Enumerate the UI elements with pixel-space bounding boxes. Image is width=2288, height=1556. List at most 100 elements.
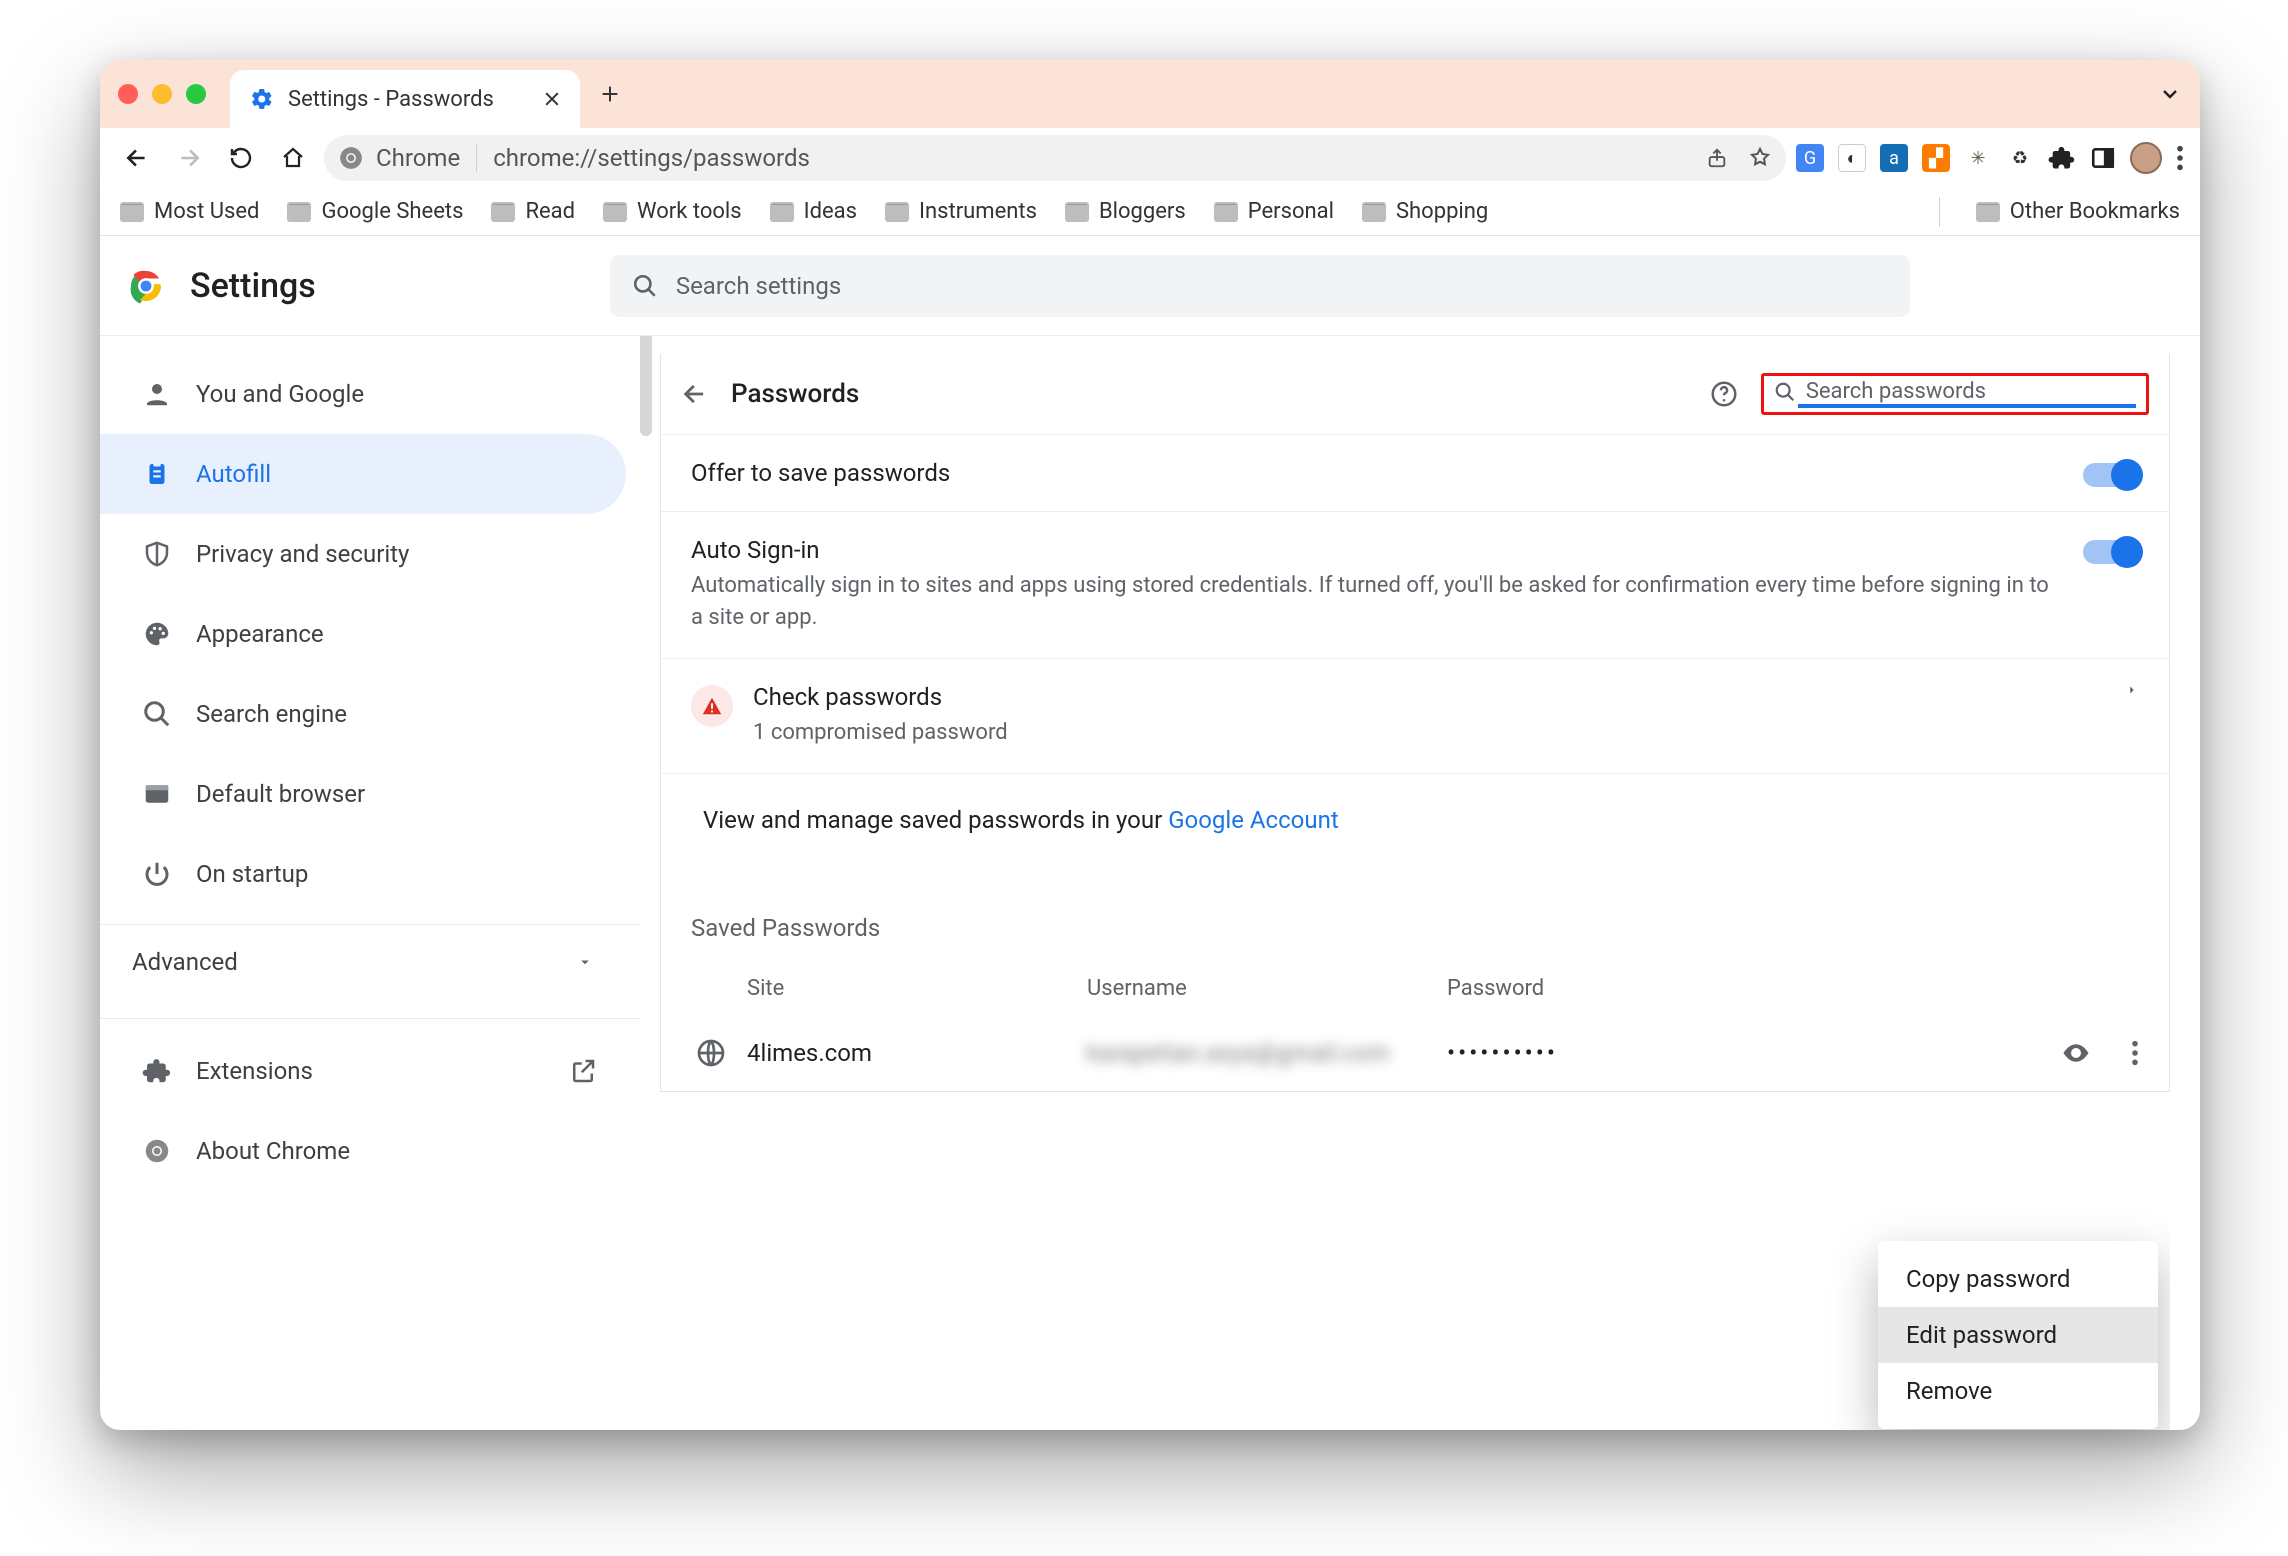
saved-passwords-header: Site Username Password xyxy=(661,958,2169,1015)
new-tab-button[interactable] xyxy=(594,78,626,110)
search-focus-underline xyxy=(1798,404,2136,408)
offer-save-passwords-toggle[interactable] xyxy=(2083,463,2139,487)
bookmark-folder[interactable]: Instruments xyxy=(885,199,1037,224)
settings-search-placeholder: Search settings xyxy=(676,272,841,300)
bookmark-folder[interactable]: Shopping xyxy=(1362,199,1488,224)
bookmark-folder[interactable]: Ideas xyxy=(770,199,857,224)
extensions-puzzle-icon[interactable] xyxy=(2048,144,2076,172)
sidebar-item-privacy[interactable]: Privacy and security xyxy=(100,514,626,594)
site-identity[interactable]: Chrome xyxy=(338,144,460,172)
sidebar-item-on-startup[interactable]: On startup xyxy=(100,834,626,914)
password-row[interactable]: 4limes.com karapetian.asya@gmail.com •••… xyxy=(661,1015,2169,1091)
arrow-left-icon xyxy=(124,145,150,171)
bookmark-folder[interactable]: Google Sheets xyxy=(287,199,463,224)
folder-icon xyxy=(1214,202,1238,222)
bookmark-star-icon[interactable] xyxy=(1748,146,1772,170)
settings-search[interactable]: Search settings xyxy=(610,255,1910,317)
google-account-row: View and manage saved passwords in your … xyxy=(661,773,2169,864)
sidebar-advanced[interactable]: Advanced xyxy=(100,924,640,998)
address-bar[interactable]: Chrome chrome://settings/passwords xyxy=(324,135,1786,181)
sidebar-item-default-browser[interactable]: Default browser xyxy=(100,754,626,834)
help-icon[interactable] xyxy=(1709,379,1739,409)
ext-recycle-icon[interactable]: ♻ xyxy=(2006,144,2034,172)
home-icon xyxy=(281,146,305,170)
row-label: Check passwords xyxy=(753,683,2105,711)
bookmark-folder[interactable]: Read xyxy=(491,199,575,224)
sidebar-item-label: On startup xyxy=(196,860,308,888)
sidebar-item-extensions[interactable]: Extensions xyxy=(100,1031,626,1111)
nav-back-button[interactable] xyxy=(116,137,158,179)
folder-icon xyxy=(885,202,909,222)
google-account-link[interactable]: Google Account xyxy=(1168,806,1339,834)
browser-tab[interactable]: Settings - Passwords xyxy=(230,70,580,128)
tab-close-icon[interactable] xyxy=(542,89,562,109)
sidebar-item-about-chrome[interactable]: About Chrome xyxy=(100,1111,626,1191)
ext-similarweb-icon[interactable]: ◐ xyxy=(1838,144,1866,172)
window-zoom-button[interactable] xyxy=(186,84,206,104)
folder-icon xyxy=(120,202,144,222)
warning-badge xyxy=(691,685,733,727)
check-passwords-row[interactable]: Check passwords 1 compromised password xyxy=(661,658,2169,773)
bookmark-folder[interactable]: Work tools xyxy=(603,199,742,224)
settings-sidebar: You and Google Autofill Privacy and secu… xyxy=(100,336,640,1430)
ext-translate-icon[interactable]: G xyxy=(1796,144,1824,172)
window-minimize-button[interactable] xyxy=(152,84,172,104)
menu-copy-password[interactable]: Copy password xyxy=(1878,1251,2158,1307)
palette-icon xyxy=(142,619,172,649)
bookmark-label: Most Used xyxy=(154,199,259,224)
tab-overflow-button[interactable] xyxy=(2158,82,2182,106)
side-panel-icon[interactable] xyxy=(2090,145,2116,171)
row-label: Offer to save passwords xyxy=(691,459,2063,487)
search-passwords-field[interactable]: Search passwords xyxy=(1761,373,2149,415)
folder-icon xyxy=(287,202,311,222)
window-icon xyxy=(142,779,172,809)
ext-bug-icon[interactable]: ✳ xyxy=(1964,144,1992,172)
sidebar-item-label: Autofill xyxy=(196,460,271,488)
sidebar-item-search-engine[interactable]: Search engine xyxy=(100,674,626,754)
bookmarks-divider xyxy=(1939,197,1940,227)
browser-window: Settings - Passwords Chrome chrome://set… xyxy=(100,60,2200,1430)
ext-amazon-icon[interactable]: a xyxy=(1880,144,1908,172)
nav-home-button[interactable] xyxy=(272,137,314,179)
sidebar-item-label: Default browser xyxy=(196,780,365,808)
magnify-icon xyxy=(142,699,172,729)
bookmark-label: Shopping xyxy=(1396,199,1488,224)
bookmark-folder[interactable]: Most Used xyxy=(120,199,259,224)
menu-remove[interactable]: Remove xyxy=(1878,1363,2158,1419)
bookmark-folder[interactable]: Bloggers xyxy=(1065,199,1186,224)
bookmark-folder[interactable]: Personal xyxy=(1214,199,1334,224)
chevron-down-icon xyxy=(576,953,594,971)
auto-signin-row[interactable]: Auto Sign-in Automatically sign in to si… xyxy=(661,511,2169,658)
other-bookmarks[interactable]: Other Bookmarks xyxy=(1976,199,2180,224)
share-icon[interactable] xyxy=(1706,147,1728,169)
auto-signin-toggle[interactable] xyxy=(2083,540,2139,564)
chrome-menu-icon[interactable] xyxy=(2176,144,2184,172)
row-site: 4limes.com xyxy=(747,1039,1087,1067)
folder-icon xyxy=(1976,202,2000,222)
row-sublabel: 1 compromised password xyxy=(753,717,2105,749)
bookmark-label: Bloggers xyxy=(1099,199,1186,224)
sidebar-item-you-and-google[interactable]: You and Google xyxy=(100,354,626,434)
row-more-icon[interactable] xyxy=(2131,1039,2139,1067)
sidebar-item-appearance[interactable]: Appearance xyxy=(100,594,626,674)
ext-analytics-icon[interactable]: ▞ xyxy=(1922,144,1950,172)
search-icon xyxy=(1774,381,1796,403)
back-arrow-icon[interactable] xyxy=(681,380,709,408)
settings-gear-icon xyxy=(250,87,274,111)
col-site: Site xyxy=(747,976,1087,1001)
nav-reload-button[interactable] xyxy=(220,137,262,179)
bookmark-label: Instruments xyxy=(919,199,1037,224)
offer-save-passwords-row[interactable]: Offer to save passwords xyxy=(661,434,2169,511)
profile-avatar[interactable] xyxy=(2130,142,2162,174)
sidebar-advanced-label: Advanced xyxy=(132,948,238,976)
extension-icons: G ◐ a ▞ ✳ ♻ xyxy=(1796,142,2184,174)
person-icon xyxy=(142,379,172,409)
show-password-icon[interactable] xyxy=(2061,1038,2091,1068)
menu-edit-password[interactable]: Edit password xyxy=(1878,1307,2158,1363)
plus-icon xyxy=(599,83,621,105)
window-controls xyxy=(118,84,206,104)
passwords-card: Passwords Search passwords Offer to save… xyxy=(660,354,2170,1092)
nav-forward-button[interactable] xyxy=(168,137,210,179)
window-close-button[interactable] xyxy=(118,84,138,104)
sidebar-item-autofill[interactable]: Autofill xyxy=(100,434,626,514)
